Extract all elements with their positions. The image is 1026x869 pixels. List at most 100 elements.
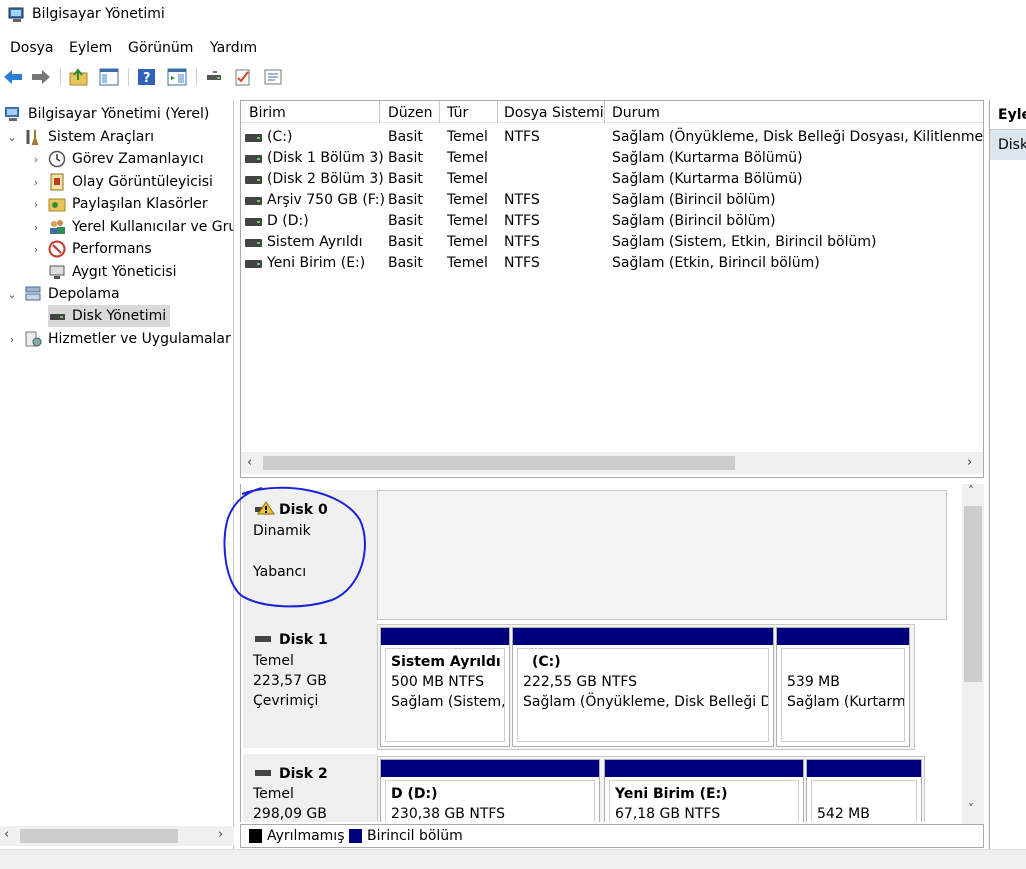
volume-row[interactable]: Arşiv 750 GB (F:) Basit Temel NTFS Sağla… [241,190,983,211]
scroll-right-icon[interactable]: › [218,827,223,842]
col-header-birim[interactable]: Birim [249,105,286,121]
scroll-left-icon[interactable]: ‹ [4,827,9,842]
chevron-down-icon[interactable]: ⌄ [6,131,18,144]
show-hide-action-icon[interactable] [166,66,188,88]
volume-layout: Basit [388,192,423,208]
partition-system-reserved[interactable]: Sistem Ayrıldı 500 MB NTFS Sağlam (Siste… [380,627,510,747]
legend-primary-swatch [349,829,362,843]
scroll-thumb[interactable] [964,506,982,682]
actions-item[interactable]: Disk [990,130,1026,160]
up-folder-icon[interactable] [68,66,90,88]
disk-1-state: Çevrimiçi [253,693,319,709]
scroll-thumb[interactable] [20,829,178,843]
show-hide-tree-icon[interactable] [98,66,120,88]
disk-0-space[interactable] [377,490,947,620]
scroll-right-icon[interactable]: › [967,455,972,470]
partition-color-bar [381,628,509,645]
tree-item-disk-management[interactable]: Disk Yönetimi [48,305,171,327]
volume-row[interactable]: Yeni Birim (E:) Basit Temel NTFS Sağlam … [241,253,983,274]
tree-item-device-manager[interactable]: Aygıt Yöneticisi [48,261,177,283]
volume-row[interactable]: (C:) Basit Temel NTFS Sağlam (Önyükleme,… [241,127,983,148]
tree-item-services[interactable]: › Hizmetler ve Uygulamalar [6,328,231,350]
disk-icon [255,770,271,776]
column-divider[interactable] [439,101,440,123]
tree-item-performance[interactable]: › Performans [30,238,152,260]
disk-map-vertical-scrollbar[interactable]: ˄ ˅ [962,484,984,824]
partition-d[interactable]: D (D:) 230,38 GB NTFS [380,759,600,822]
tree-item-label: Paylaşılan Klasörler [72,196,208,212]
chevron-right-icon[interactable]: › [6,333,18,346]
menu-yardim[interactable]: Yardım [210,40,257,56]
shared-folder-icon [48,198,66,212]
disk-1-size: 223,57 GB [253,673,327,689]
title-bar: Bilgisayar Yönetimi [0,0,1026,32]
scroll-down-icon[interactable]: ˅ [968,802,974,816]
col-header-tur[interactable]: Tür [447,105,468,121]
tree-item-event-viewer[interactable]: › Olay Görüntüleyicisi [30,171,213,193]
column-divider[interactable] [497,101,498,123]
chevron-down-icon[interactable]: ⌄ [6,288,18,301]
partition-status: Sağlam (Kurtarma [787,694,905,710]
partition-c[interactable]: (C:) 222,55 GB NTFS Sağlam (Önyükleme, D… [512,627,774,747]
tree-item-label: Görev Zamanlayıcı [72,151,204,167]
scroll-up-icon[interactable]: ˄ [968,484,974,498]
help-icon[interactable]: ? [136,66,158,88]
volume-list-horizontal-scrollbar[interactable]: ‹ › [241,452,983,474]
tree-item-task-scheduler[interactable]: › Görev Zamanlayıcı [30,148,204,170]
connect-icon[interactable] [204,66,226,88]
volume-fs: NTFS [504,255,540,271]
partition-status: Sağlam (Önyükleme, Disk Belleği Do [523,694,769,710]
back-arrow-icon[interactable] [2,66,24,88]
volume-layout: Basit [388,150,423,166]
volume-type: Temel [447,234,488,250]
menu-eylem[interactable]: Eylem [69,40,112,56]
volume-row[interactable]: (Disk 1 Bölüm 3) Basit Temel Sağlam (Kur… [241,148,983,169]
volume-type: Temel [447,171,488,187]
performance-icon [48,240,66,258]
drive-icon [245,218,262,226]
partition-e[interactable]: Yeni Birim (E:) 67,18 GB NTFS [604,759,804,822]
storage-icon [25,286,41,301]
partition-title: Sistem Ayrıldı [391,654,501,670]
tree-item-storage[interactable]: ⌄ Depolama [6,283,119,305]
checklist-icon[interactable] [232,66,254,88]
chevron-right-icon[interactable]: › [30,221,42,234]
disk-2-label[interactable]: Disk 2 Temel 298,09 GB [243,754,377,822]
tree-item-computer-management[interactable]: Bilgisayar Yönetimi (Yerel) [4,103,209,125]
volume-layout: Basit [388,255,423,271]
chevron-right-icon[interactable]: › [30,198,42,211]
column-divider[interactable] [604,101,605,123]
col-header-durum[interactable]: Durum [612,105,660,121]
properties-icon[interactable] [262,66,284,88]
actions-header-label: Eyler [998,107,1026,123]
chevron-right-icon[interactable]: › [30,243,42,256]
col-header-dosya-sistemi[interactable]: Dosya Sistemi [504,105,604,121]
menu-dosya[interactable]: Dosya [10,40,54,56]
tree-item-label: Performans [72,241,152,257]
legend-unallocated-swatch [249,829,262,843]
menu-gorunum[interactable]: Görünüm [128,40,193,56]
volume-fs: NTFS [504,129,540,145]
forward-arrow-icon[interactable] [30,66,52,88]
tree-item-label: Disk Yönetimi [72,308,167,324]
tree-horizontal-scrollbar[interactable]: ‹ › [0,826,234,846]
tree-item-local-users[interactable]: › Yerel Kullanıcılar ve Grup [30,216,233,238]
column-headers: Birim Düzen Tür Dosya Sistemi Durum [241,101,983,123]
scroll-thumb[interactable] [263,456,735,470]
chevron-right-icon[interactable]: › [30,153,42,166]
partition-recovery[interactable]: 539 MB Sağlam (Kurtarma [776,627,910,747]
column-divider[interactable] [379,101,380,123]
device-manager-icon [49,265,65,279]
col-header-duzen[interactable]: Düzen [388,105,433,121]
volume-row[interactable]: Sistem Ayrıldı Basit Temel NTFS Sağlam (… [241,232,983,253]
volume-row[interactable]: (Disk 2 Bölüm 3) Basit Temel Sağlam (Kur… [241,169,983,190]
clock-icon [48,150,66,168]
disk-1-label[interactable]: Disk 1 Temel 223,57 GB Çevrimiçi [243,620,377,748]
tree-item-shared-folders[interactable]: › Paylaşılan Klasörler [30,193,208,215]
scroll-left-icon[interactable]: ‹ [247,455,252,470]
tree-item-system-tools[interactable]: ⌄ Sistem Araçları [6,126,154,148]
volume-name: D (D:) [267,213,309,229]
partition-recovery-2[interactable]: 542 MB [806,759,922,822]
chevron-right-icon[interactable]: › [30,176,42,189]
volume-row[interactable]: D (D:) Basit Temel NTFS Sağlam (Birincil… [241,211,983,232]
